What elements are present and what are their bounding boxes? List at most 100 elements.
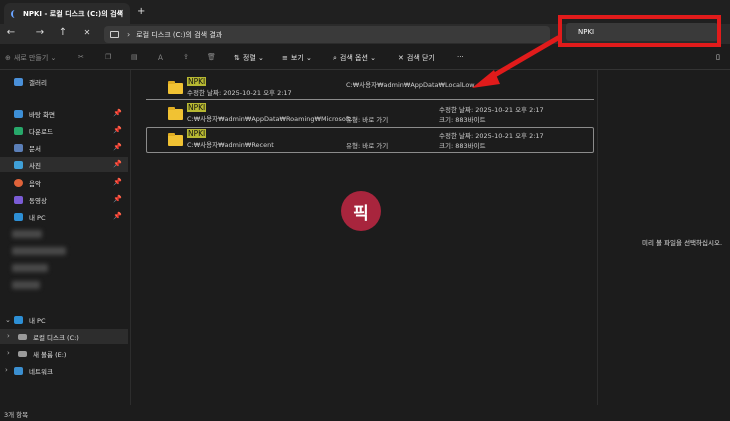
list-item[interactable]: NPKI C:₩사용자₩admin₩AppData₩Roaming₩Micros… bbox=[146, 103, 594, 126]
sidebar-item-new-volume[interactable]: › 새 볼륨 (E:) bbox=[0, 346, 128, 361]
pictures-icon bbox=[14, 160, 23, 169]
delete-button[interactable]: 🗑 bbox=[207, 53, 216, 61]
new-button[interactable]: ⊕ 새로 만들기 ⌄ bbox=[5, 53, 56, 63]
list-item[interactable]: NPKI C:₩사용자₩admin₩Recent 유형: 바로 가기 수정한 날… bbox=[146, 127, 594, 153]
copy-button[interactable]: ❐ bbox=[105, 53, 111, 61]
rename-button[interactable]: Ａ bbox=[157, 53, 164, 63]
sidebar-item-label: 바탕 화면 bbox=[29, 110, 55, 119]
sidebar-item-pictures[interactable]: 사진 📌 bbox=[0, 157, 128, 172]
file-modified: 수정한 날짜: 2025-10-21 오후 2:17 bbox=[439, 132, 544, 140]
download-icon bbox=[14, 126, 23, 135]
search-highlight-box bbox=[558, 15, 721, 47]
sidebar-item-label: 네트워크 bbox=[29, 367, 53, 376]
sidebar-item-desktop[interactable]: 바탕 화면 📌 bbox=[0, 106, 128, 121]
command-bar: ⊕ 새로 만들기 ⌄ ✂ ❐ ▤ Ａ ⇪ 🗑 ⇅ 정렬 ⌄ ≡ 보기 ⌄ ⌕ 검색 옵션… bbox=[0, 48, 730, 70]
address-text: 로컬 디스크 (C:)의 검색 결과 bbox=[136, 30, 223, 39]
file-name: NPKI bbox=[187, 77, 207, 86]
folder-icon bbox=[168, 133, 183, 146]
sidebar-item-mypc[interactable]: ⌄ 내 PC bbox=[0, 312, 128, 327]
file-path: C:₩사용자₩admin₩Recent bbox=[187, 141, 274, 149]
tab-title: NPKI - 로컬 디스크 (C:)의 검색 bbox=[23, 9, 123, 18]
sort-icon: ⇅ bbox=[234, 54, 240, 62]
search-tab-icon bbox=[11, 9, 19, 18]
pin-icon: 📌 bbox=[113, 126, 122, 134]
tab-npki[interactable]: NPKI - 로컬 디스크 (C:)의 검색 ✕ bbox=[4, 3, 130, 24]
close-search-label: 검색 닫기 bbox=[406, 54, 435, 62]
gallery-icon bbox=[14, 77, 23, 86]
computer-icon bbox=[14, 212, 23, 221]
new-tab-button[interactable]: + bbox=[137, 6, 145, 17]
drive-icon bbox=[18, 350, 27, 357]
blurred-item bbox=[12, 264, 48, 272]
sidebar-item-label: 내 PC bbox=[29, 316, 46, 325]
view-button[interactable]: ≡ 보기 ⌄ bbox=[282, 53, 312, 63]
file-modified: 수정한 날짜: 2025-10-21 오후 2:17 bbox=[439, 106, 544, 114]
sort-button[interactable]: ⇅ 정렬 ⌄ bbox=[234, 53, 264, 63]
close-icon[interactable]: ✕ bbox=[117, 8, 124, 17]
preview-message: 미리 볼 파일을 선택하십시오. bbox=[642, 239, 723, 247]
sidebar-item-gallery[interactable]: 갤러리 bbox=[0, 74, 128, 89]
sidebar-item-label: 문서 bbox=[29, 144, 41, 153]
stop-button[interactable]: ✕ bbox=[80, 28, 94, 37]
file-type: 유형: 바로 가기 bbox=[346, 142, 389, 150]
network-icon bbox=[14, 366, 23, 375]
chevron-right-icon: › bbox=[127, 30, 131, 39]
pin-icon: 📌 bbox=[113, 212, 122, 220]
pc-icon bbox=[110, 31, 119, 38]
sort-label: 정렬 bbox=[242, 54, 256, 62]
folder-icon bbox=[168, 81, 183, 94]
pin-icon: 📌 bbox=[113, 178, 122, 186]
sidebar-item-videos[interactable]: 동영상 📌 bbox=[0, 192, 128, 207]
preview-pane: 미리 볼 파일을 선택하십시오. bbox=[597, 70, 730, 405]
blurred-item bbox=[12, 281, 40, 289]
pin-icon: 📌 bbox=[113, 109, 122, 117]
share-button[interactable]: ⇪ bbox=[183, 53, 189, 61]
file-path: C:₩사용자₩admin₩AppData₩Roaming₩Microsoft..… bbox=[187, 115, 357, 123]
drive-icon bbox=[18, 333, 27, 340]
sidebar-item-label: 음악 bbox=[29, 179, 41, 188]
file-path: C:₩사용자₩admin₩AppData₩LocalLow bbox=[346, 81, 475, 89]
document-icon bbox=[14, 143, 23, 152]
sidebar-item-mypc-pinned[interactable]: 내 PC 📌 bbox=[0, 209, 128, 224]
search-options-button[interactable]: ⌕ 검색 옵션 ⌄ bbox=[333, 53, 376, 63]
results-pane: NPKI 수정한 날짜: 2025-10-21 오후 2:17 C:₩사용자₩a… bbox=[136, 70, 596, 405]
close-search-button[interactable]: ✕ 검색 닫기 bbox=[398, 53, 435, 63]
item-count: 3개 항목 bbox=[4, 411, 29, 419]
chevron-right-icon[interactable]: › bbox=[7, 349, 10, 357]
sidebar-item-network[interactable]: › 네트워크 bbox=[0, 363, 128, 378]
up-button[interactable]: ↑ bbox=[56, 27, 70, 38]
pin-icon: 📌 bbox=[113, 143, 122, 151]
chevron-right-icon[interactable]: › bbox=[5, 366, 8, 374]
sidebar-item-music[interactable]: 음악 📌 bbox=[0, 175, 128, 190]
cut-button[interactable]: ✂ bbox=[78, 53, 84, 61]
more-button[interactable]: ··· bbox=[457, 53, 464, 61]
search-options-label: 검색 옵션 bbox=[339, 54, 368, 62]
pin-icon: 📌 bbox=[113, 195, 122, 203]
details-pane-icon[interactable]: ▯ bbox=[716, 53, 720, 61]
navigation-pane: 갤러리 바탕 화면 📌 다운로드 📌 문서 📌 사진 📌 음악 📌 동영상 📌 … bbox=[0, 70, 131, 405]
folder-icon bbox=[168, 107, 183, 120]
file-size: 크기: 883바이트 bbox=[439, 116, 486, 124]
pin-icon: 📌 bbox=[113, 160, 122, 168]
forward-button[interactable]: → bbox=[33, 27, 47, 38]
red-arrow-annotation bbox=[472, 35, 561, 88]
status-bar: 3개 항목 bbox=[0, 405, 730, 421]
paste-button[interactable]: ▤ bbox=[131, 53, 138, 61]
sidebar-item-label: 새 볼륨 (E:) bbox=[33, 350, 67, 359]
desktop-icon bbox=[14, 109, 23, 118]
chevron-down-icon[interactable]: ⌄ bbox=[5, 316, 11, 324]
file-type: 유형: 바로 가기 bbox=[346, 116, 389, 124]
back-button[interactable]: ← bbox=[4, 27, 18, 38]
view-icon: ≡ bbox=[282, 54, 288, 62]
sidebar-item-label: 갤러리 bbox=[29, 78, 47, 87]
sidebar-item-documents[interactable]: 문서 📌 bbox=[0, 140, 128, 155]
chevron-right-icon[interactable]: › bbox=[7, 332, 10, 340]
music-icon bbox=[14, 178, 23, 187]
sidebar-item-downloads[interactable]: 다운로드 📌 bbox=[0, 123, 128, 138]
file-name: NPKI bbox=[187, 129, 207, 138]
file-detail: 수정한 날짜: 2025-10-21 오후 2:17 bbox=[187, 89, 292, 97]
close-icon: ✕ bbox=[398, 54, 404, 62]
sidebar-item-local-disk[interactable]: › 로컬 디스크 (C:) bbox=[0, 329, 128, 344]
view-label: 보기 bbox=[290, 54, 304, 62]
sidebar-item-label: 사진 bbox=[29, 161, 41, 170]
